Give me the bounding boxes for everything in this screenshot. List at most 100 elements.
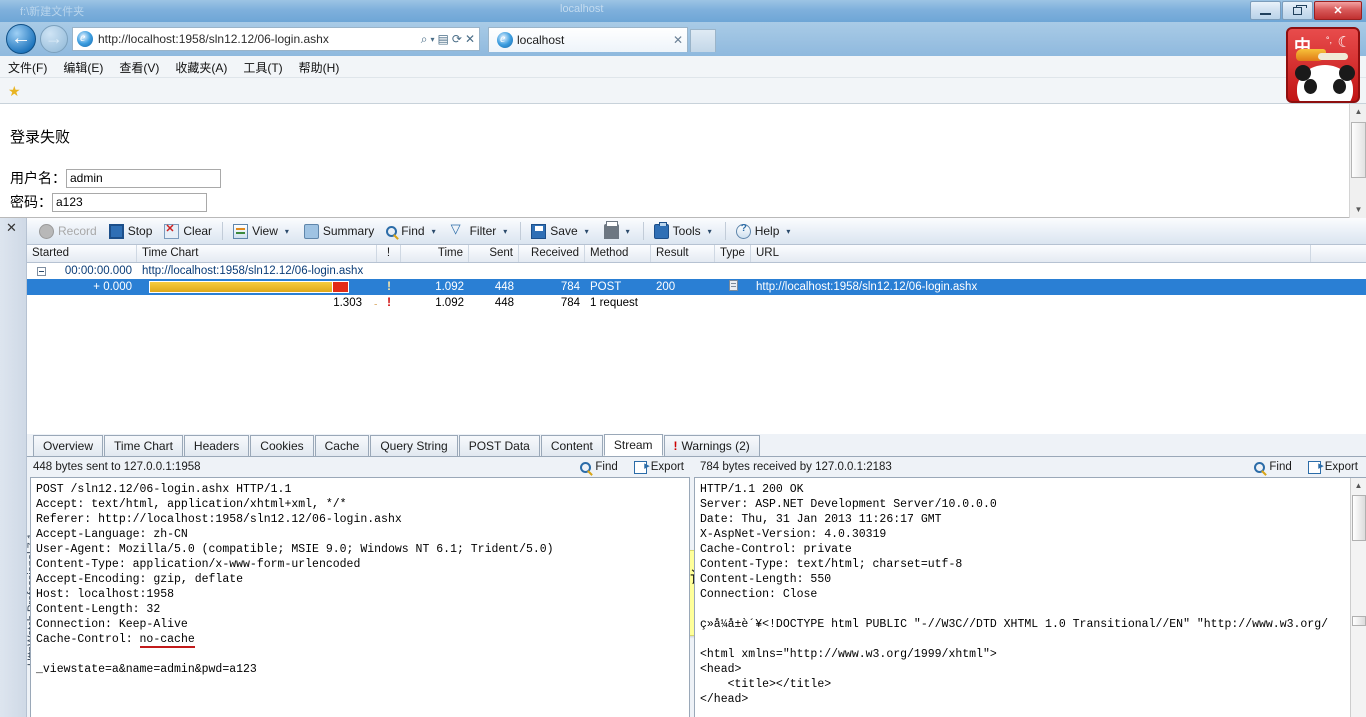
- menu-item-help[interactable]: 帮助(H): [291, 56, 348, 79]
- filter-label: Filter: [469, 224, 497, 238]
- request-export-button[interactable]: Export: [626, 459, 692, 474]
- password-input[interactable]: [52, 192, 207, 212]
- restore-button[interactable]: [1282, 1, 1313, 20]
- print-icon: [603, 220, 619, 239]
- column-header-time-chart[interactable]: Time Chart: [137, 245, 377, 262]
- response-stream-pane[interactable]: HTTP/1.1 200 OK Server: ASP.NET Developm…: [694, 477, 1366, 717]
- chevron-down-icon[interactable]: ▾: [431, 35, 435, 44]
- address-bar[interactable]: http://localhost:1958/sln12.12/06-login.…: [72, 27, 480, 51]
- help-button[interactable]: Help ▾: [730, 222, 800, 241]
- help-chevron-down-icon[interactable]: ▾: [783, 227, 793, 236]
- menu-item-tools[interactable]: 工具(T): [235, 56, 290, 79]
- column-header-warning[interactable]: !: [377, 245, 401, 262]
- row-method-value: POST: [590, 281, 622, 293]
- column-header-method[interactable]: Method: [585, 245, 651, 262]
- stop-button[interactable]: Stop: [103, 222, 159, 241]
- column-header-received[interactable]: Received: [519, 245, 585, 262]
- browser-menu-bar: 文件(F) 编辑(E) 查看(V) 收藏夹(A) 工具(T) 帮助(H): [0, 56, 1366, 78]
- tab-time-chart[interactable]: Time Chart: [104, 435, 183, 456]
- menu-item-file[interactable]: 文件(F): [0, 56, 55, 79]
- tools-button[interactable]: Tools ▾: [648, 221, 721, 241]
- refresh-icon[interactable]: ⟳: [452, 32, 462, 46]
- total-time: 1.092: [435, 297, 464, 309]
- tab-stream[interactable]: Stream: [603, 434, 663, 456]
- find-button[interactable]: Find ▾: [380, 222, 444, 240]
- browser-tab[interactable]: localhost ✕: [488, 27, 688, 52]
- tab-overview[interactable]: Overview: [33, 435, 104, 456]
- summary-button[interactable]: Summary: [298, 222, 380, 241]
- request-stream-head: POST /sln12.12/06-login.ashx HTTP/1.1 Ac…: [36, 483, 554, 646]
- export-icon: [633, 459, 650, 474]
- column-header-sent[interactable]: Sent: [469, 245, 519, 262]
- save-chevron-down-icon[interactable]: ▾: [582, 227, 592, 236]
- collapse-expander-icon[interactable]: [37, 266, 46, 276]
- stop-icon[interactable]: ✕: [465, 32, 475, 46]
- tab-warnings[interactable]: ! Warnings (2): [663, 435, 760, 456]
- request-stream-pane[interactable]: POST /sln12.12/06-login.ashx HTTP/1.1 Ac…: [30, 477, 690, 717]
- forward-arrow-icon: →: [45, 28, 63, 48]
- column-header-time[interactable]: Time: [401, 245, 469, 262]
- filter-button[interactable]: Filter ▾: [445, 221, 517, 241]
- search-icon[interactable]: ⌕: [421, 32, 428, 47]
- tab-post-data[interactable]: POST Data: [458, 435, 540, 456]
- scroll-down-icon[interactable]: ▼: [1350, 202, 1366, 218]
- password-row: 密码：: [10, 192, 207, 212]
- column-header-started[interactable]: Started: [27, 245, 137, 262]
- minimize-icon: [1260, 12, 1271, 15]
- save-button[interactable]: Save ▾: [525, 222, 597, 241]
- tools-icon: [653, 221, 669, 239]
- view-chevron-down-icon[interactable]: ▾: [282, 227, 292, 236]
- scroll-up-icon[interactable]: ▲: [1350, 104, 1366, 120]
- address-input[interactable]: http://localhost:1958/sln12.12/06-login.…: [98, 32, 421, 46]
- column-header-type[interactable]: Type: [715, 245, 751, 262]
- page-vertical-scrollbar[interactable]: ▲ ▼: [1349, 104, 1366, 218]
- response-vertical-scrollbar[interactable]: ▲ ▼: [1350, 478, 1366, 717]
- warning-icon: !: [673, 439, 678, 453]
- print-button[interactable]: ▾: [598, 220, 639, 241]
- response-export-button[interactable]: Export: [1300, 459, 1366, 474]
- summary-label: Summary: [322, 224, 375, 238]
- tab-headers[interactable]: Headers: [183, 435, 250, 456]
- view-button[interactable]: View ▾: [227, 222, 298, 241]
- httpwatch-close-icon[interactable]: ✕: [6, 220, 17, 236]
- tab-cache[interactable]: Cache: [314, 435, 370, 456]
- table-row-parent[interactable]: 00:00:00.000 http://localhost:1958/sln12…: [27, 263, 1366, 279]
- tools-chevron-down-icon[interactable]: ▾: [705, 227, 715, 236]
- tab-content[interactable]: Content: [540, 435, 603, 456]
- tab-warnings-label: Warnings (2): [681, 439, 750, 453]
- view-label: View: [252, 224, 278, 238]
- new-tab-button[interactable]: [690, 29, 716, 52]
- clear-button[interactable]: Clear: [158, 222, 218, 241]
- tab-cookies[interactable]: Cookies: [250, 435, 314, 456]
- request-bytes-status: 448 bytes sent to 127.0.0.1:1958: [33, 461, 201, 473]
- request-find-button[interactable]: Find: [572, 461, 625, 473]
- ie-logo-icon: [77, 30, 93, 47]
- minimize-button[interactable]: [1250, 1, 1281, 20]
- response-scrollbar-thumb[interactable]: [1352, 495, 1366, 541]
- column-header-result[interactable]: Result: [651, 245, 715, 262]
- row-time-chart: [137, 279, 377, 295]
- print-chevron-down-icon[interactable]: ▾: [623, 227, 633, 236]
- column-header-url[interactable]: URL: [751, 245, 1311, 262]
- scroll-up-icon[interactable]: ▲: [1351, 478, 1366, 493]
- toolbar-separator: [222, 222, 224, 240]
- menu-item-view[interactable]: 查看(V): [111, 56, 167, 79]
- response-find-button[interactable]: Find: [1246, 461, 1299, 473]
- back-button[interactable]: ←: [6, 24, 36, 54]
- find-chevron-down-icon[interactable]: ▾: [429, 227, 439, 236]
- ime-indicator[interactable]: 中 °, ☾: [1286, 27, 1360, 103]
- compatibility-view-icon[interactable]: ▤: [438, 32, 449, 46]
- tab-close-icon[interactable]: ✕: [673, 33, 683, 47]
- record-button[interactable]: Record: [33, 222, 103, 241]
- forward-button[interactable]: →: [40, 25, 68, 53]
- username-input[interactable]: [66, 168, 221, 188]
- table-row[interactable]: + 0.000 ! 1.092 448 784 POST 200 http://…: [27, 279, 1366, 295]
- filter-chevron-down-icon[interactable]: ▾: [500, 227, 510, 236]
- scrollbar-thumb[interactable]: [1351, 122, 1366, 178]
- menu-item-edit[interactable]: 编辑(E): [55, 56, 111, 79]
- favorites-star-icon[interactable]: ★: [8, 83, 21, 100]
- tab-query-string[interactable]: Query String: [370, 435, 458, 456]
- close-button[interactable]: ✕: [1314, 1, 1362, 20]
- row-warning-icon: !: [387, 281, 391, 293]
- menu-item-favorites[interactable]: 收藏夹(A): [167, 56, 235, 79]
